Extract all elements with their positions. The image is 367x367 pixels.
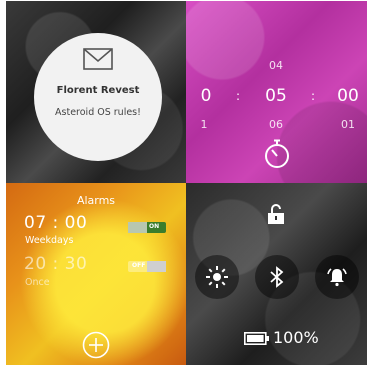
toggle-label: OFF: [132, 262, 146, 269]
notification-message: Asteroid OS rules!: [55, 107, 141, 118]
timer-hours-next: 1: [200, 118, 208, 131]
mail-icon: [83, 48, 113, 70]
notification-panel: Florent Revest Asteroid OS rules!: [6, 1, 186, 183]
toggle-knob: [128, 222, 147, 233]
battery-icon: [244, 332, 269, 345]
alarm-days: Weekdays: [25, 235, 74, 246]
alarms-title: Alarms: [76, 194, 116, 207]
toggle-knob: [147, 261, 166, 272]
timer-separator: :: [236, 89, 241, 103]
plus-circle-icon[interactable]: [82, 331, 110, 359]
timer-minutes-prev: 04: [269, 59, 283, 72]
timer-seconds-next: 01: [341, 118, 355, 131]
battery-percentage: 100%: [273, 328, 319, 347]
alarm-time: 20 : 30: [24, 254, 88, 274]
notification-sender: Florent Revest: [56, 85, 140, 96]
alarm-days: Once: [25, 277, 50, 288]
timer-separator: :: [311, 89, 316, 103]
ringer-icon: [327, 268, 347, 287]
alarms-panel: Alarms 07 : 00 Weekdays ON 20 : 30 Once …: [6, 183, 186, 365]
alarm-time: 07 : 00: [24, 213, 88, 233]
ringer-button[interactable]: [315, 255, 359, 299]
toggle-label: ON: [149, 223, 160, 230]
timer-minutes[interactable]: 05: [256, 86, 296, 106]
unlock-icon[interactable]: [267, 203, 285, 225]
quick-settings-panel: 100%: [186, 183, 367, 365]
brightness-button[interactable]: [195, 255, 239, 299]
brightness-icon: [206, 266, 228, 288]
timer-minutes-next: 06: [269, 118, 283, 131]
bluetooth-button[interactable]: [255, 255, 299, 299]
timer-seconds[interactable]: 00: [328, 86, 367, 106]
timer-panel: 04 0 : 05 : 00 1 06 01: [186, 1, 367, 183]
timer-hours[interactable]: 0: [186, 86, 226, 106]
bluetooth-icon: [270, 266, 284, 288]
alarm-toggle[interactable]: ON: [128, 222, 166, 233]
notification-card[interactable]: Florent Revest Asteroid OS rules!: [34, 33, 162, 161]
stopwatch-icon[interactable]: [263, 139, 291, 169]
alarm-toggle[interactable]: OFF: [128, 261, 166, 272]
